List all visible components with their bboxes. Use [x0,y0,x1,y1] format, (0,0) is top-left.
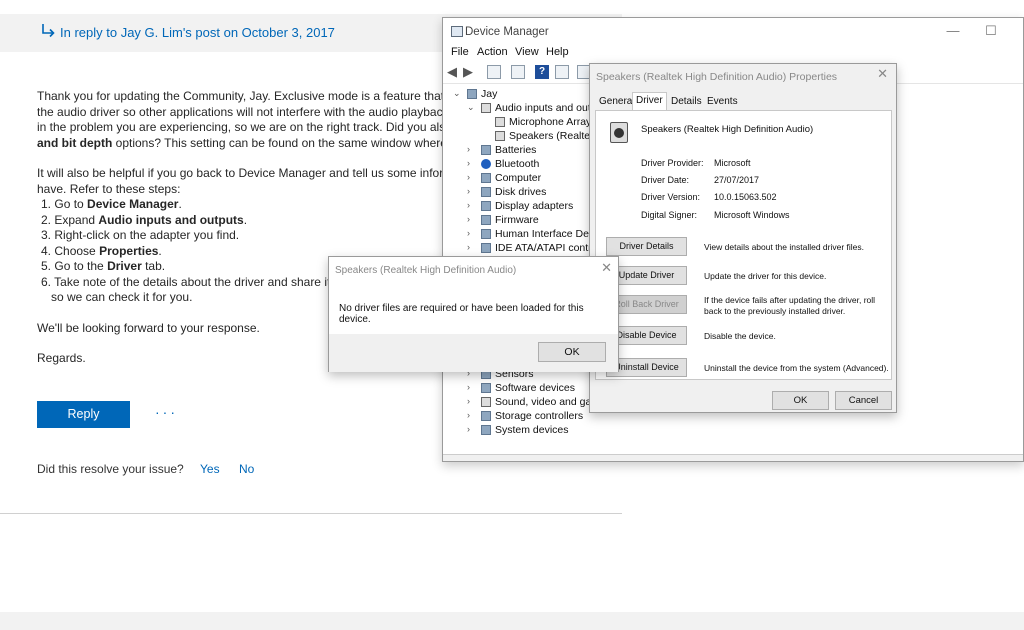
action-description: Uninstall the device from the system (Ad… [704,363,889,373]
chevron-right-icon: › [467,186,470,196]
title-bar: Device Manager — ☐ [443,18,1023,46]
close-icon[interactable]: ✕ [877,66,888,82]
info-value: Microsoft Windows [714,210,790,220]
reply-button[interactable]: Reply [37,401,130,428]
menu-view[interactable]: View [515,46,539,58]
post-line: Thank you for updating the Community, Ja… [37,89,447,103]
chevron-down-icon: ⌄ [453,88,461,98]
post-line: in the problem you are experiencing, so … [37,120,447,134]
post-line: and bit depth options? This setting can … [37,136,447,152]
menu-bar: File Action View Help [443,46,1023,62]
properties-dialog: Speakers (Realtek High Definition Audio)… [589,63,897,413]
post-line: It will also be helpful if you go back t… [37,166,447,180]
computer-icon [481,173,491,183]
chevron-right-icon: › [467,228,470,238]
action-description: Update the driver for this device. [704,271,827,281]
hid-icon [481,229,491,239]
computer-icon [467,89,477,99]
speaker-icon [481,103,491,113]
close-icon[interactable]: ✕ [601,260,612,276]
resolve-no-link[interactable]: No [239,462,254,476]
info-value: 10.0.15063.502 [714,192,777,202]
system-icon [481,425,491,435]
storage-icon [481,411,491,421]
reply-arrow-icon [42,24,55,38]
step-item: 2. Expand Audio inputs and outputs. [41,212,248,227]
info-label: Driver Version: [641,192,701,202]
chevron-right-icon: › [467,214,470,224]
help-icon[interactable]: ? [535,65,549,79]
device-name: Speakers (Realtek High Definition Audio) [641,124,814,135]
page-footer-bar [0,612,1024,630]
ok-button[interactable]: OK [538,342,606,362]
chevron-right-icon: › [467,396,470,406]
chevron-right-icon: › [467,242,470,252]
resolve-question: Did this resolve your issue? [37,462,184,476]
info-label: Driver Date: [641,175,690,185]
status-bar [443,454,1023,461]
speaker-icon [481,397,491,407]
step-item: 3. Right-click on the adapter you find. [41,228,240,242]
action-description: View details about the installed driver … [704,242,865,252]
display-icon [481,201,491,211]
message-text: No driver files are required or have bee… [339,303,584,325]
post-bold: and bit depth [37,135,113,150]
resolve-yes-link[interactable]: Yes [200,462,220,476]
dialog-title: Speakers (Realtek High Definition Audio) [335,265,517,276]
post-text: options? This setting can be found on th… [112,135,447,150]
info-label: Digital Signer: [641,210,698,220]
chevron-right-icon: › [467,144,470,154]
disk-icon [481,187,491,197]
chevron-right-icon: › [467,200,470,210]
ok-button[interactable]: OK [772,391,829,410]
tab-events[interactable]: Events [704,94,741,110]
refresh-icon[interactable] [511,65,525,79]
menu-action[interactable]: Action [477,46,508,58]
post-line: the audio driver so other applications w… [37,104,447,119]
properties-icon[interactable] [487,65,501,79]
firmware-icon [481,215,491,225]
chevron-right-icon: › [467,172,470,182]
tab-details[interactable]: Details [668,94,705,110]
back-arrow-icon[interactable]: ◀ [447,65,461,79]
minimize-button[interactable]: — [943,23,963,39]
chevron-right-icon: › [467,424,470,434]
forward-arrow-icon[interactable]: ▶ [463,65,477,79]
speaker-icon [610,122,628,143]
dialog-title: Speakers (Realtek High Definition Audio)… [596,71,838,83]
chevron-right-icon: › [467,158,470,168]
menu-help[interactable]: Help [546,46,569,58]
info-value: 27/07/2017 [714,175,760,185]
driver-tab-panel: Speakers (Realtek High Definition Audio)… [595,110,892,380]
chevron-down-icon: ⌄ [467,102,475,112]
speaker-icon [495,131,505,141]
chevron-right-icon: › [467,410,470,420]
tab-driver[interactable]: Driver [632,92,667,110]
more-options-button[interactable]: ··· [155,404,178,420]
view-icon[interactable] [555,65,569,79]
step-item: 1. Go to Device Manager. [41,197,182,211]
battery-icon [481,145,491,155]
info-value: Microsoft [714,158,751,168]
cancel-button[interactable]: Cancel [835,391,892,410]
device-manager-icon [451,26,463,37]
microphone-icon [495,117,505,127]
dialog-footer: OK [329,334,618,372]
divider [0,513,622,514]
message-dialog: Speakers (Realtek High Definition Audio)… [328,256,619,372]
bluetooth-icon [481,159,491,169]
menu-file[interactable]: File [451,46,469,58]
action-description: If the device fails after updating the d… [704,295,876,316]
window-title: Device Manager [465,26,549,38]
ide-icon [481,243,491,253]
post-line: have. Refer to these steps: [37,181,181,196]
info-label: Driver Provider: [641,158,704,168]
reply-link[interactable]: In reply to Jay G. Lim's post on October… [60,25,335,40]
action-description: Disable the device. [704,331,776,341]
driver-details-button[interactable]: Driver Details [606,237,687,256]
software-icon [481,383,491,393]
maximize-button[interactable]: ☐ [981,23,1001,39]
chevron-right-icon: › [467,382,470,392]
